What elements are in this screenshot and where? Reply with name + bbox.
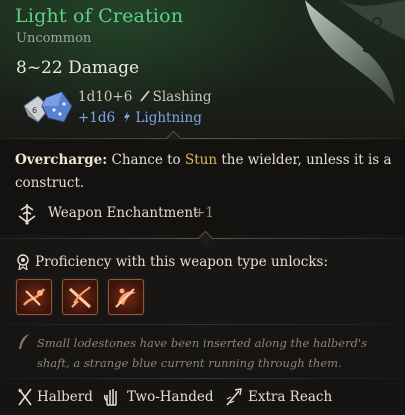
cleave-action-icon — [115, 288, 136, 308]
item-name: Light of Creation — [15, 5, 184, 27]
property-two-handed[interactable]: Two-Handed — [127, 389, 214, 405]
damage-formula: +1d6 — [78, 110, 116, 126]
lacerate-action-icon — [68, 286, 92, 309]
damage-range: 8~22 Damage — [16, 58, 140, 78]
enchantment-label[interactable]: Weapon Enchantment — [48, 205, 198, 221]
extra-reach-icon — [226, 388, 242, 406]
damage-type: Lightning — [135, 110, 202, 126]
divider — [0, 324, 405, 325]
enchantment-icon — [18, 204, 36, 225]
quill-icon — [19, 334, 29, 349]
svg-text:6: 6 — [32, 106, 37, 115]
damage-type: Slashing — [152, 89, 212, 105]
proficiency-icon — [17, 254, 29, 270]
damage-line-lightning: +1d6 Lightning — [78, 110, 202, 126]
overcharge-text-before: Chance to — [111, 152, 181, 168]
two-handed-icon — [103, 389, 117, 406]
stun-keyword[interactable]: Stun — [185, 152, 217, 168]
proficiency-label: Proficiency with this weapon type unlock… — [35, 254, 329, 270]
divider — [0, 138, 405, 139]
flourish-action-icon — [23, 288, 46, 306]
lightning-icon — [124, 111, 131, 123]
divider — [0, 378, 405, 379]
damage-line-slashing: 1d10+6 Slashing — [78, 89, 212, 105]
property-halberd[interactable]: Halberd — [37, 389, 93, 405]
lore-text: Small lodestones have been inserted alon… — [37, 336, 368, 370]
dice-icon: 6 — [23, 91, 73, 123]
item-tooltip: Light of Creation Uncommon 8~22 Damage 6… — [0, 0, 405, 415]
halberd-icon — [18, 388, 32, 406]
overcharge-description: Overcharge: Chance to Stun the wielder, … — [15, 149, 393, 195]
enchantment-bonus: +1 — [194, 205, 214, 221]
action-slot-3[interactable] — [108, 279, 144, 315]
slashing-icon — [139, 90, 150, 102]
overcharge-key: Overcharge: — [15, 152, 108, 168]
damage-formula: 1d10+6 — [78, 89, 133, 105]
action-slot-2[interactable] — [62, 279, 98, 315]
item-rarity: Uncommon — [16, 31, 92, 46]
action-slot-1[interactable] — [16, 279, 52, 315]
halberd-blade-art — [305, 0, 405, 105]
property-extra-reach[interactable]: Extra Reach — [248, 389, 332, 405]
